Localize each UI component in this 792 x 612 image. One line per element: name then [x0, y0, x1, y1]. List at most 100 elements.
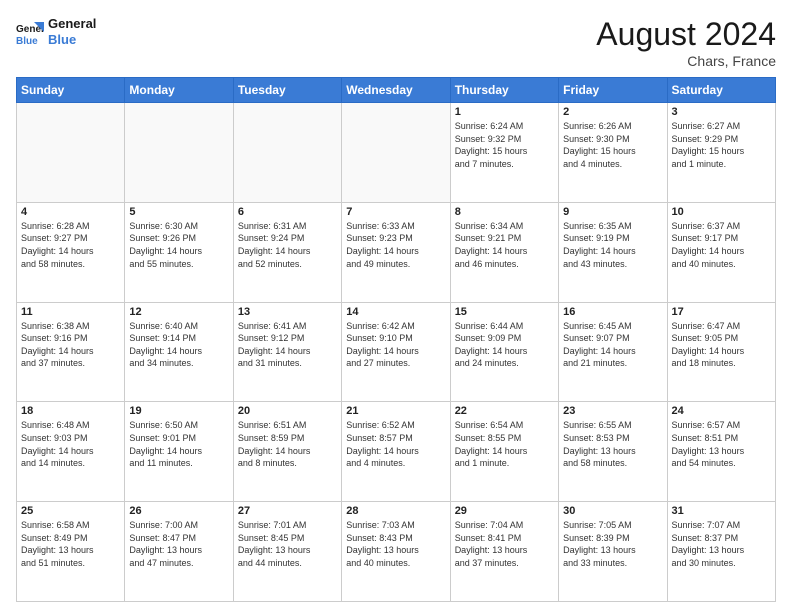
day-number: 17: [672, 306, 771, 318]
logo-icon: General Blue: [16, 18, 44, 46]
day-number: 8: [455, 206, 554, 218]
day-info: Sunrise: 6:50 AM Sunset: 9:01 PM Dayligh…: [129, 419, 228, 469]
day-info: Sunrise: 6:44 AM Sunset: 9:09 PM Dayligh…: [455, 320, 554, 370]
day-info: Sunrise: 6:37 AM Sunset: 9:17 PM Dayligh…: [672, 220, 771, 270]
day-number: 9: [563, 206, 662, 218]
day-info: Sunrise: 6:51 AM Sunset: 8:59 PM Dayligh…: [238, 419, 337, 469]
day-number: 7: [346, 206, 445, 218]
day-cell: [233, 103, 341, 203]
day-cell: 5Sunrise: 6:30 AM Sunset: 9:26 PM Daylig…: [125, 202, 233, 302]
weekday-tuesday: Tuesday: [233, 78, 341, 103]
day-cell: 28Sunrise: 7:03 AM Sunset: 8:43 PM Dayli…: [342, 502, 450, 602]
day-cell: [17, 103, 125, 203]
day-number: 26: [129, 505, 228, 517]
day-cell: 9 Sunrise: 6:35 AM Sunset: 9:19 PM Daylig…: [559, 202, 667, 302]
day-cell: 3 Sunrise: 6:27 AM Sunset: 9:29 PM Daylig…: [667, 103, 775, 203]
day-number: 25: [21, 505, 120, 517]
day-info: Sunrise: 6:58 AM Sunset: 8:49 PM Dayligh…: [21, 519, 120, 569]
day-info: Sunrise: 6:52 AM Sunset: 8:57 PM Dayligh…: [346, 419, 445, 469]
day-number: 19: [129, 405, 228, 417]
day-cell: 20 Sunrise: 6:51 AM Sunset: 8:59 PM Dayli…: [233, 402, 341, 502]
day-cell: [125, 103, 233, 203]
day-cell: 16 Sunrise: 6:45 AM Sunset: 9:07 PM Dayli…: [559, 302, 667, 402]
day-number: 20: [238, 405, 337, 417]
day-info: Sunrise: 7:04 AM Sunset: 8:41 PM Dayligh…: [455, 519, 554, 569]
day-info: Sunrise: 6:45 AM Sunset: 9:07 PM Dayligh…: [563, 320, 662, 370]
day-cell: 25 Sunrise: 6:58 AM Sunset: 8:49 PM Dayli…: [17, 502, 125, 602]
day-number: 11: [21, 306, 120, 318]
day-info: Sunrise: 6:35 AM Sunset: 9:19 PM Dayligh…: [563, 220, 662, 270]
day-cell: 2 Sunrise: 6:26 AM Sunset: 9:30 PM Daylig…: [559, 103, 667, 203]
week-row-4: 18Sunrise: 6:48 AM Sunset: 9:03 PM Dayli…: [17, 402, 776, 502]
day-info: Sunrise: 6:40 AM Sunset: 9:14 PM Dayligh…: [129, 320, 228, 370]
day-info: Sunrise: 6:55 AM Sunset: 8:53 PM Dayligh…: [563, 419, 662, 469]
day-number: 24: [672, 405, 771, 417]
day-info: Sunrise: 7:05 AM Sunset: 8:39 PM Dayligh…: [563, 519, 662, 569]
day-cell: 15 Sunrise: 6:44 AM Sunset: 9:09 PM Dayli…: [450, 302, 558, 402]
header: General Blue General Blue August 2024 Ch…: [16, 16, 776, 69]
week-row-1: 1 Sunrise: 6:24 AM Sunset: 9:32 PM Daylig…: [17, 103, 776, 203]
day-info: Sunrise: 6:54 AM Sunset: 8:55 PM Dayligh…: [455, 419, 554, 469]
title-block: August 2024 Chars, France: [596, 16, 776, 69]
day-info: Sunrise: 6:42 AM Sunset: 9:10 PM Dayligh…: [346, 320, 445, 370]
day-info: Sunrise: 6:34 AM Sunset: 9:21 PM Dayligh…: [455, 220, 554, 270]
day-number: 28: [346, 505, 445, 517]
weekday-monday: Monday: [125, 78, 233, 103]
day-cell: 17 Sunrise: 6:47 AM Sunset: 9:05 PM Dayli…: [667, 302, 775, 402]
day-info: Sunrise: 6:57 AM Sunset: 8:51 PM Dayligh…: [672, 419, 771, 469]
week-row-3: 11 Sunrise: 6:38 AM Sunset: 9:16 PM Dayli…: [17, 302, 776, 402]
day-cell: 22Sunrise: 6:54 AM Sunset: 8:55 PM Dayli…: [450, 402, 558, 502]
day-number: 10: [672, 206, 771, 218]
day-number: 13: [238, 306, 337, 318]
logo-general: General: [48, 16, 96, 31]
day-number: 14: [346, 306, 445, 318]
weekday-wednesday: Wednesday: [342, 78, 450, 103]
day-info: Sunrise: 6:24 AM Sunset: 9:32 PM Dayligh…: [455, 120, 554, 170]
day-info: Sunrise: 6:38 AM Sunset: 9:16 PM Dayligh…: [21, 320, 120, 370]
day-cell: 7Sunrise: 6:33 AM Sunset: 9:23 PM Daylig…: [342, 202, 450, 302]
day-number: 27: [238, 505, 337, 517]
day-cell: 1 Sunrise: 6:24 AM Sunset: 9:32 PM Daylig…: [450, 103, 558, 203]
svg-text:Blue: Blue: [16, 36, 38, 46]
day-number: 16: [563, 306, 662, 318]
day-number: 30: [563, 505, 662, 517]
day-cell: 23 Sunrise: 6:55 AM Sunset: 8:53 PM Dayli…: [559, 402, 667, 502]
day-cell: 11 Sunrise: 6:38 AM Sunset: 9:16 PM Dayli…: [17, 302, 125, 402]
day-number: 29: [455, 505, 554, 517]
day-cell: 31 Sunrise: 7:07 AM Sunset: 8:37 PM Dayli…: [667, 502, 775, 602]
day-cell: 14 Sunrise: 6:42 AM Sunset: 9:10 PM Dayli…: [342, 302, 450, 402]
day-info: Sunrise: 7:07 AM Sunset: 8:37 PM Dayligh…: [672, 519, 771, 569]
day-number: 23: [563, 405, 662, 417]
weekday-saturday: Saturday: [667, 78, 775, 103]
day-number: 31: [672, 505, 771, 517]
location: Chars, France: [596, 53, 776, 69]
day-cell: 8 Sunrise: 6:34 AM Sunset: 9:21 PM Daylig…: [450, 202, 558, 302]
day-cell: 29 Sunrise: 7:04 AM Sunset: 8:41 PM Dayli…: [450, 502, 558, 602]
day-cell: 30 Sunrise: 7:05 AM Sunset: 8:39 PM Dayli…: [559, 502, 667, 602]
day-cell: 13Sunrise: 6:41 AM Sunset: 9:12 PM Dayli…: [233, 302, 341, 402]
calendar-table: SundayMondayTuesdayWednesdayThursdayFrid…: [16, 77, 776, 602]
day-cell: 26Sunrise: 7:00 AM Sunset: 8:47 PM Dayli…: [125, 502, 233, 602]
day-number: 21: [346, 405, 445, 417]
day-info: Sunrise: 6:47 AM Sunset: 9:05 PM Dayligh…: [672, 320, 771, 370]
logo-blue: Blue: [48, 32, 96, 48]
day-cell: 21 Sunrise: 6:52 AM Sunset: 8:57 PM Dayli…: [342, 402, 450, 502]
day-number: 12: [129, 306, 228, 318]
logo: General Blue General Blue: [16, 16, 96, 47]
day-info: Sunrise: 6:27 AM Sunset: 9:29 PM Dayligh…: [672, 120, 771, 170]
day-info: Sunrise: 6:48 AM Sunset: 9:03 PM Dayligh…: [21, 419, 120, 469]
day-cell: 6Sunrise: 6:31 AM Sunset: 9:24 PM Daylig…: [233, 202, 341, 302]
day-number: 15: [455, 306, 554, 318]
day-cell: [342, 103, 450, 203]
day-number: 4: [21, 206, 120, 218]
week-row-2: 4Sunrise: 6:28 AM Sunset: 9:27 PM Daylig…: [17, 202, 776, 302]
day-cell: 10 Sunrise: 6:37 AM Sunset: 9:17 PM Dayli…: [667, 202, 775, 302]
day-info: Sunrise: 6:26 AM Sunset: 9:30 PM Dayligh…: [563, 120, 662, 170]
day-number: 1: [455, 106, 554, 118]
day-number: 2: [563, 106, 662, 118]
day-cell: 4Sunrise: 6:28 AM Sunset: 9:27 PM Daylig…: [17, 202, 125, 302]
month-title: August 2024: [596, 16, 776, 53]
day-cell: 27 Sunrise: 7:01 AM Sunset: 8:45 PM Dayli…: [233, 502, 341, 602]
day-number: 3: [672, 106, 771, 118]
day-info: Sunrise: 7:01 AM Sunset: 8:45 PM Dayligh…: [238, 519, 337, 569]
